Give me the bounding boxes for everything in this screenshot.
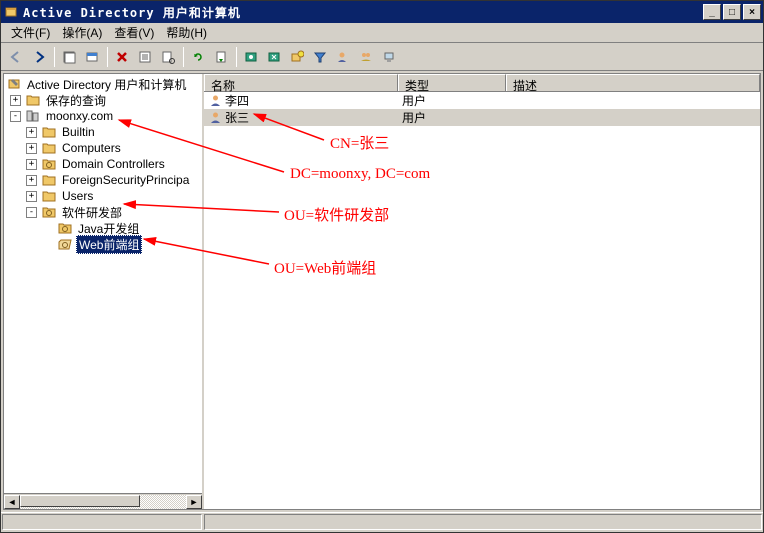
tree-domain[interactable]: - moonxy.com	[6, 108, 200, 124]
add-group-button[interactable]	[355, 46, 377, 68]
status-bar	[1, 512, 763, 532]
scroll-left-icon[interactable]: ◄	[4, 495, 20, 509]
expander-icon[interactable]: +	[26, 191, 37, 202]
export-button[interactable]	[210, 46, 232, 68]
scroll-right-icon[interactable]: ►	[186, 495, 202, 509]
expander-icon[interactable]: -	[26, 207, 37, 218]
add-user-button[interactable]	[332, 46, 354, 68]
col-type[interactable]: 类型	[398, 74, 506, 91]
menu-view[interactable]: 查看(V)	[108, 22, 160, 43]
user-icon	[208, 94, 222, 108]
tree-web-ou[interactable]: Web前端组	[6, 236, 200, 252]
tree-fsp[interactable]: + ForeignSecurityPrincipals	[6, 172, 200, 188]
tool-1-button[interactable]	[240, 46, 262, 68]
expander-icon[interactable]: +	[10, 95, 21, 106]
expander-icon[interactable]: +	[26, 159, 37, 170]
expander-icon[interactable]: -	[10, 111, 21, 122]
domain-icon	[25, 109, 41, 123]
ou-open-icon	[57, 237, 73, 251]
expander-icon[interactable]: +	[26, 175, 37, 186]
folder-icon	[41, 189, 57, 203]
tree-root[interactable]: Active Directory 用户和计算机	[6, 76, 200, 92]
ou-icon	[57, 221, 73, 235]
folder-icon	[41, 141, 57, 155]
list-button[interactable]	[134, 46, 156, 68]
maximize-button[interactable]: □	[723, 4, 741, 20]
forward-button[interactable]	[28, 46, 50, 68]
add-computer-button[interactable]	[378, 46, 400, 68]
menu-bar: 文件(F) 操作(A) 查看(V) 帮助(H)	[1, 23, 763, 43]
tree-computers[interactable]: + Computers	[6, 140, 200, 156]
tool-2-button[interactable]	[263, 46, 285, 68]
filter-button[interactable]	[309, 46, 331, 68]
toolbar	[1, 43, 763, 71]
window-title: Active Directory 用户和计算机	[23, 4, 701, 21]
folder-icon	[41, 125, 57, 139]
ou-icon	[41, 157, 57, 171]
cell-name: 李四	[225, 92, 249, 109]
menu-file[interactable]: 文件(F)	[5, 22, 56, 43]
folder-icon	[41, 173, 57, 187]
cell-type: 用户	[398, 109, 506, 126]
delete-button[interactable]	[111, 46, 133, 68]
add-ou-button[interactable]	[286, 46, 308, 68]
minimize-button[interactable]: _	[703, 4, 721, 20]
tree-scrollbar[interactable]: ◄ ►	[4, 493, 202, 509]
expander-icon[interactable]: +	[26, 127, 37, 138]
menu-help[interactable]: 帮助(H)	[160, 22, 213, 43]
user-icon	[208, 111, 222, 125]
wrench-icon	[6, 77, 22, 91]
title-bar: Active Directory 用户和计算机 _ □ ×	[1, 1, 763, 23]
cut-button[interactable]	[58, 46, 80, 68]
folder-icon	[25, 93, 41, 107]
ou-icon	[41, 205, 57, 219]
cell-name: 张三	[225, 109, 249, 126]
header-button[interactable]	[81, 46, 103, 68]
tree-builtin[interactable]: + Builtin	[6, 124, 200, 140]
back-button[interactable]	[5, 46, 27, 68]
tree-pane: Active Directory 用户和计算机 + 保存的查询 - moonxy…	[4, 74, 204, 509]
list-item[interactable]: 李四 用户	[204, 92, 760, 109]
refresh-button[interactable]	[187, 46, 209, 68]
tree-dc[interactable]: + Domain Controllers	[6, 156, 200, 172]
list-item[interactable]: 张三 用户	[204, 109, 760, 126]
app-icon	[3, 4, 19, 20]
close-button[interactable]: ×	[743, 4, 761, 20]
tree-users[interactable]: + Users	[6, 188, 200, 204]
tree-saved-queries[interactable]: + 保存的查询	[6, 92, 200, 108]
properties-button[interactable]	[157, 46, 179, 68]
col-desc[interactable]: 描述	[506, 74, 760, 91]
list-header: 名称 类型 描述	[204, 74, 760, 92]
tree-dev-ou[interactable]: - 软件研发部	[6, 204, 200, 220]
cell-type: 用户	[398, 92, 506, 109]
col-name[interactable]: 名称	[204, 74, 398, 91]
list-pane: 名称 类型 描述 李四 用户 张三 用户	[204, 74, 760, 509]
menu-action[interactable]: 操作(A)	[56, 22, 108, 43]
expander-icon[interactable]: +	[26, 143, 37, 154]
